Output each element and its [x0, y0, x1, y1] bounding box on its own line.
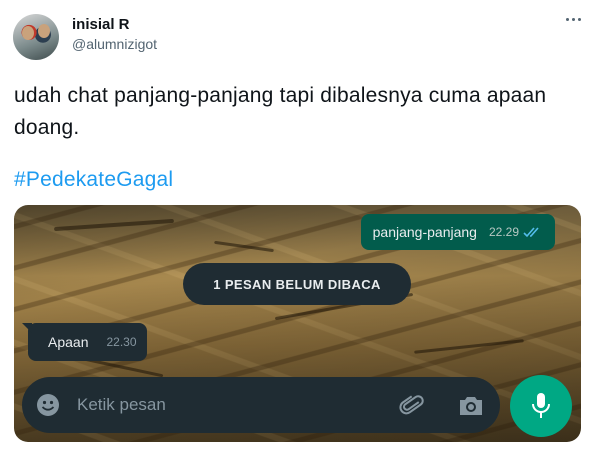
hashtag-link[interactable]: #PedekateGagal	[14, 168, 173, 192]
double-check-icon	[523, 227, 539, 238]
message-input-placeholder[interactable]: Ketik pesan	[77, 395, 166, 415]
voice-record-button[interactable]	[510, 375, 572, 437]
unread-messages-banner: 1 PESAN BELUM DIBACA	[183, 263, 411, 305]
camera-icon[interactable]	[458, 393, 484, 417]
tweet-card: inisial R @alumnizigot udah chat panjang…	[0, 0, 599, 458]
microphone-icon	[532, 393, 550, 418]
avatar[interactable]	[13, 14, 59, 60]
paperclip-icon[interactable]	[399, 393, 425, 419]
tweet-text: udah chat panjang-panjang tapi dibalesny…	[14, 84, 547, 139]
emoji-icon[interactable]	[36, 393, 60, 417]
message-input-bar[interactable]: Ketik pesan	[22, 377, 500, 433]
tweet-media-image[interactable]: panjang-panjang 22.29 1 PESAN BELUM DIBA…	[14, 205, 581, 442]
more-options-icon[interactable]	[563, 14, 583, 24]
author-name[interactable]: inisial R	[72, 16, 130, 33]
outgoing-message-time: 22.29	[488, 225, 519, 239]
incoming-message-time: 22.30	[106, 335, 137, 349]
incoming-message-bubble[interactable]: Apaan 22.30	[22, 323, 147, 361]
outgoing-message-text: panjang-panjang	[372, 224, 477, 240]
incoming-message-text: Apaan	[48, 334, 89, 350]
outgoing-message-bubble[interactable]: panjang-panjang 22.29	[360, 214, 555, 250]
author-handle[interactable]: @alumnizigot	[72, 36, 157, 52]
